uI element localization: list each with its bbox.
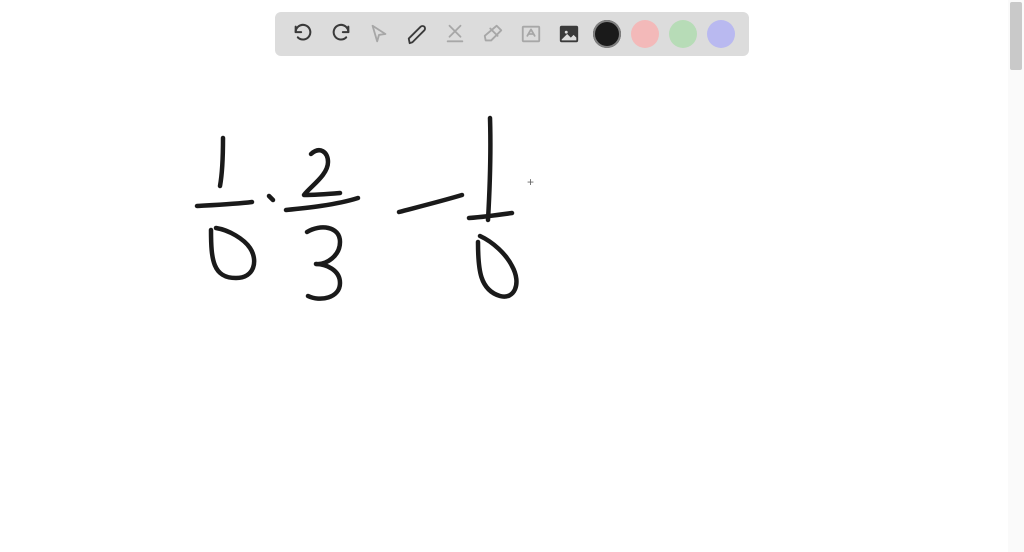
ink-stroke	[307, 227, 340, 298]
tools-icon	[444, 23, 466, 45]
ink-stroke	[211, 228, 254, 278]
undo-button[interactable]	[289, 20, 317, 48]
image-icon	[558, 23, 580, 45]
drawing-canvas[interactable]: +	[0, 0, 1024, 552]
pen-icon	[406, 23, 428, 45]
text-button[interactable]	[517, 20, 545, 48]
vertical-scrollbar[interactable]	[1008, 0, 1024, 552]
ink-stroke	[304, 150, 340, 195]
eraser-button[interactable]	[479, 20, 507, 48]
tools-button[interactable]	[441, 20, 469, 48]
ink-stroke	[269, 196, 273, 200]
text-icon	[520, 23, 542, 45]
ink-stroke	[286, 198, 358, 210]
pen-button[interactable]	[403, 20, 431, 48]
redo-icon	[330, 23, 352, 45]
color-palette	[593, 20, 735, 48]
toolbar	[275, 12, 749, 56]
ink-stroke	[469, 213, 512, 218]
ink-stroke	[197, 202, 252, 206]
redo-button[interactable]	[327, 20, 355, 48]
ink-stroke	[220, 138, 223, 186]
color-purple[interactable]	[707, 20, 735, 48]
eraser-icon	[482, 23, 504, 45]
pointer-icon	[368, 23, 390, 45]
color-green[interactable]	[669, 20, 697, 48]
ink-stroke	[488, 118, 490, 220]
image-button[interactable]	[555, 20, 583, 48]
undo-icon	[292, 23, 314, 45]
ink-stroke	[478, 236, 516, 297]
color-black[interactable]	[593, 20, 621, 48]
color-pink[interactable]	[631, 20, 659, 48]
handwriting-svg	[0, 0, 1024, 552]
scrollbar-thumb[interactable]	[1010, 2, 1022, 70]
pointer-button[interactable]	[365, 20, 393, 48]
whiteboard-viewport: +	[0, 0, 1024, 552]
ink-stroke	[399, 195, 462, 212]
